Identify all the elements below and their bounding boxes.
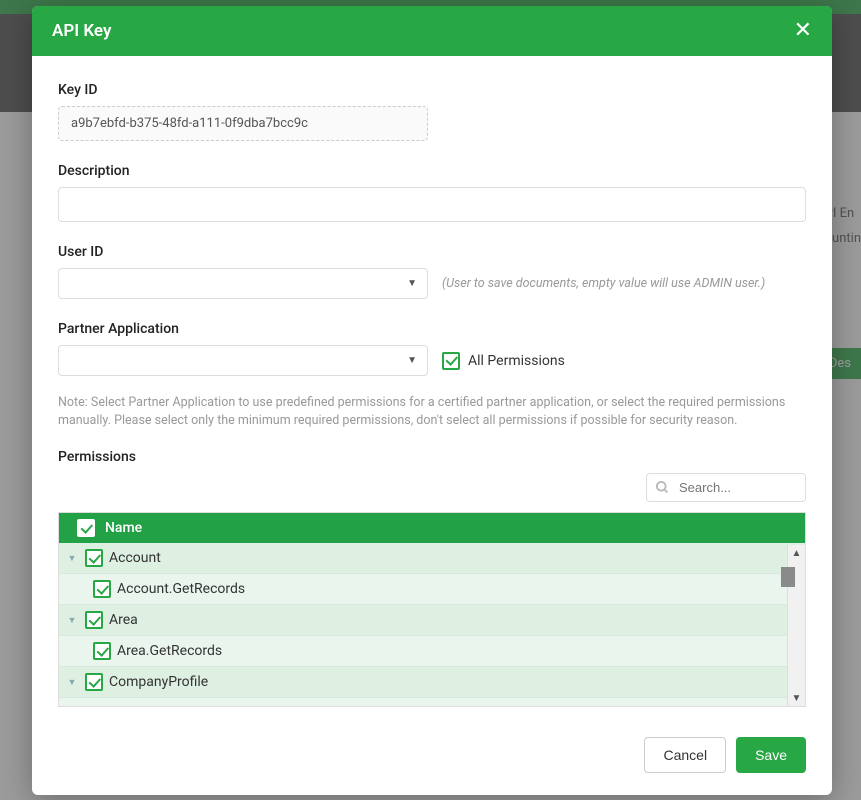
partner-app-label: Partner Application xyxy=(58,321,806,337)
search-box[interactable] xyxy=(646,473,806,502)
all-permissions-checkbox[interactable] xyxy=(442,352,460,370)
table-row[interactable]: Account.GetRecords xyxy=(59,574,805,605)
scroll-down-icon[interactable]: ▼ xyxy=(788,690,805,706)
close-icon[interactable]: ✕ xyxy=(794,20,812,42)
scroll-thumb[interactable] xyxy=(781,567,795,587)
row-label: Area.GetRecords xyxy=(117,643,222,659)
api-key-modal: API Key ✕ Key ID a9b7ebfd-b375-48fd-a111… xyxy=(32,6,832,795)
key-id-value: a9b7ebfd-b375-48fd-a111-0f9dba7bcc9c xyxy=(58,106,428,141)
table-row[interactable]: ▼ Area xyxy=(59,605,805,636)
save-button[interactable]: Save xyxy=(736,737,806,773)
expander-icon[interactable]: ▼ xyxy=(65,551,79,565)
row-label: Account xyxy=(109,550,161,566)
description-input[interactable] xyxy=(58,187,806,222)
permissions-label: Permissions xyxy=(58,449,806,465)
chevron-down-icon: ▼ xyxy=(407,278,417,289)
row-checkbox[interactable] xyxy=(85,673,103,691)
description-label: Description xyxy=(58,163,806,179)
all-permissions-label: All Permissions xyxy=(468,353,565,369)
modal-footer: Cancel Save xyxy=(32,723,832,795)
table-row[interactable]: ▼ Account xyxy=(59,543,805,574)
row-checkbox[interactable] xyxy=(93,580,111,598)
table-row[interactable]: ▼ CompanyProfile xyxy=(59,667,805,698)
modal-title: API Key xyxy=(52,21,111,41)
table-row[interactable] xyxy=(59,698,805,706)
grid-header: Name xyxy=(59,513,805,543)
permissions-grid: Name ▼ Account Account.GetRecords ▼ Area xyxy=(58,512,806,707)
search-input[interactable] xyxy=(679,480,795,495)
note-text: Note: Select Partner Application to use … xyxy=(58,394,806,429)
search-icon xyxy=(655,480,670,495)
user-id-select[interactable]: ▼ xyxy=(58,268,428,299)
scroll-up-icon[interactable]: ▲ xyxy=(788,545,805,561)
partner-app-select[interactable]: ▼ xyxy=(58,345,428,376)
expander-icon[interactable]: ▼ xyxy=(65,613,79,627)
grid-body: ▼ Account Account.GetRecords ▼ Area Area… xyxy=(59,543,805,706)
row-checkbox[interactable] xyxy=(85,611,103,629)
row-label: CompanyProfile xyxy=(109,674,208,690)
cancel-button[interactable]: Cancel xyxy=(644,737,726,773)
name-column-header: Name xyxy=(105,520,142,536)
modal-body: Key ID a9b7ebfd-b375-48fd-a111-0f9dba7bc… xyxy=(32,56,832,723)
user-id-hint: (User to save documents, empty value wil… xyxy=(442,276,765,291)
modal-header: API Key ✕ xyxy=(32,6,832,56)
vertical-scrollbar[interactable]: ▲ ▼ xyxy=(787,545,805,706)
row-label: Account.GetRecords xyxy=(117,581,245,597)
expander-icon[interactable]: ▼ xyxy=(65,675,79,689)
table-row[interactable]: Area.GetRecords xyxy=(59,636,805,667)
key-id-label: Key ID xyxy=(58,82,806,98)
row-checkbox[interactable] xyxy=(93,642,111,660)
select-all-checkbox[interactable] xyxy=(77,519,95,537)
row-checkbox[interactable] xyxy=(85,549,103,567)
chevron-down-icon: ▼ xyxy=(407,355,417,366)
row-label: Area xyxy=(109,612,138,628)
user-id-label: User ID xyxy=(58,244,806,260)
